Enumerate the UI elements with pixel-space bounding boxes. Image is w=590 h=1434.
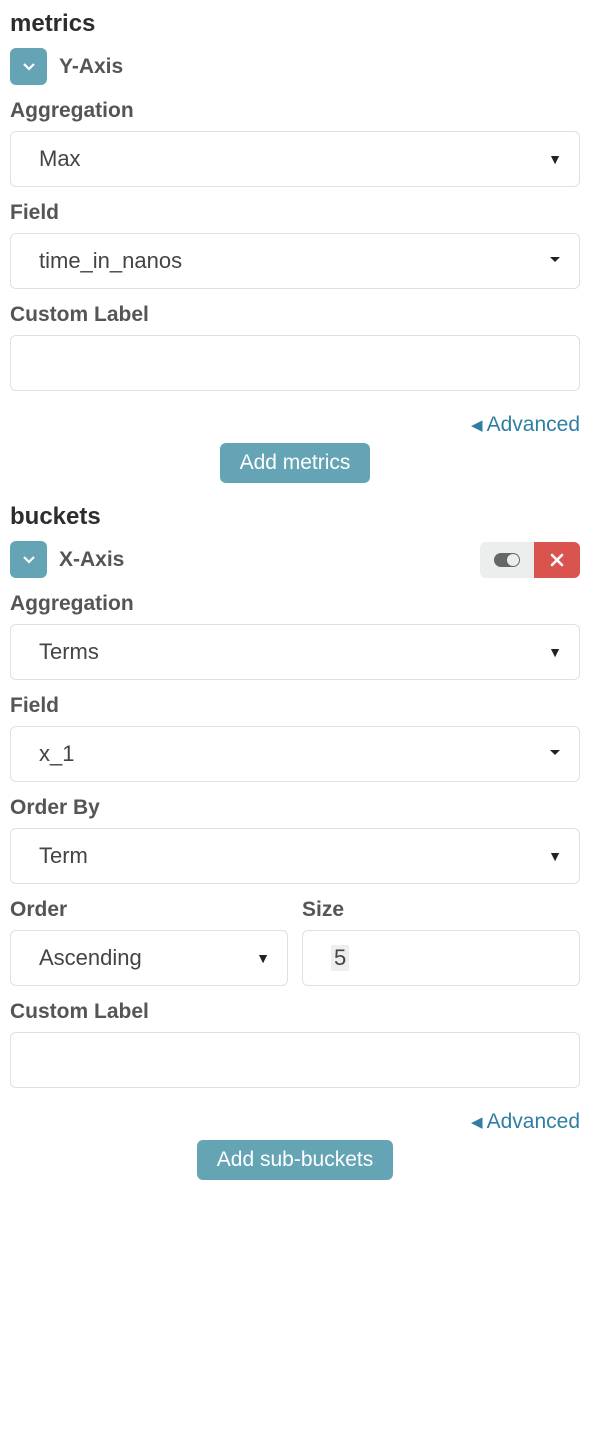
advanced-text: Advanced [487,413,580,436]
caret-down-icon [23,556,35,564]
x-axis-header: X-Axis [10,541,580,578]
buckets-custom-label-label: Custom Label [10,1000,580,1024]
buckets-orderby-select[interactable]: Term [10,828,580,884]
buckets-advanced-link[interactable]: ◀Advanced [10,1110,580,1134]
buckets-orderby-value: Term [39,843,88,869]
buckets-aggregation-label: Aggregation [10,592,580,616]
buckets-order-select[interactable]: Ascending [10,930,288,986]
caret-left-icon: ◀ [471,1114,483,1131]
buckets-order-value: Ascending [39,945,142,971]
buckets-field-label: Field [10,694,580,718]
y-axis-label: Y-Axis [59,55,123,79]
caret-left-icon: ◀ [471,417,483,434]
bucket-enable-toggle[interactable] [480,542,534,578]
bucket-delete-button[interactable] [534,542,580,578]
metrics-custom-label-input[interactable] [10,335,580,391]
buckets-section-title: buckets [10,503,580,531]
add-sub-buckets-button[interactable]: Add sub-buckets [197,1140,393,1180]
buckets-size-label: Size [302,898,580,922]
buckets-field-value: x_1 [39,741,74,767]
metrics-field-select[interactable]: time_in_nanos [10,233,580,289]
caret-down-icon [23,63,35,71]
metrics-aggregation-select[interactable]: Max [10,131,580,187]
buckets-field-select[interactable]: x_1 [10,726,580,782]
metrics-section-title: metrics [10,10,580,38]
close-icon [550,553,564,567]
metrics-field-label: Field [10,201,580,225]
buckets-custom-label-input[interactable] [10,1032,580,1088]
y-axis-header: Y-Axis [10,48,580,85]
metrics-aggregation-value: Max [39,146,81,172]
buckets-size-value: 5 [331,945,349,971]
buckets-aggregation-value: Terms [39,639,99,665]
buckets-order-label: Order [10,898,288,922]
metrics-aggregation-label: Aggregation [10,99,580,123]
buckets-orderby-label: Order By [10,796,580,820]
metrics-custom-label-label: Custom Label [10,303,580,327]
advanced-text: Advanced [487,1110,580,1133]
toggle-track [494,553,520,567]
add-metrics-button[interactable]: Add metrics [220,443,371,483]
x-axis-collapse-button[interactable] [10,541,47,578]
metrics-advanced-link[interactable]: ◀Advanced [10,413,580,437]
buckets-aggregation-select[interactable]: Terms [10,624,580,680]
x-axis-label: X-Axis [59,548,124,572]
toggle-thumb [507,554,519,566]
y-axis-collapse-button[interactable] [10,48,47,85]
buckets-size-input[interactable]: 5 [302,930,580,986]
metrics-field-value: time_in_nanos [39,248,182,274]
